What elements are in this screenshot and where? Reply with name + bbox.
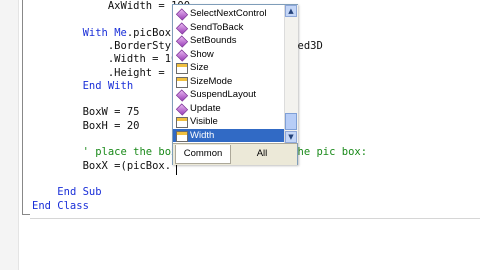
code-line[interactable]: With Me.picBox1: [32, 26, 178, 40]
member-list-item[interactable]: SendToBack: [173, 21, 284, 35]
code-keyword: End With: [82, 79, 134, 92]
code-line[interactable]: BoxX =(picBox.: [32, 159, 172, 173]
tab-common[interactable]: Common: [175, 145, 231, 164]
member-list-item-label: SizeMode: [190, 75, 233, 87]
member-list-item-label: Show: [190, 48, 214, 60]
code-keyword: End Class: [32, 199, 89, 212]
intellisense-popup[interactable]: SelectNextControl SendToBack SetBounds Show…: [172, 4, 298, 165]
member-list-scrollbar[interactable]: ▲ ▼: [284, 5, 298, 143]
member-list-item[interactable]: Width: [173, 128, 284, 142]
method-icon: [175, 89, 189, 102]
code-line[interactable]: .Height = 100: [32, 67, 190, 80]
member-list-item-label: SelectNextControl: [190, 8, 267, 19]
code-line[interactable]: End With: [32, 79, 134, 93]
member-list-item[interactable]: Visible: [173, 115, 284, 129]
method-icon: [175, 8, 189, 21]
method-icon: [175, 35, 189, 48]
code-text: BoxX =(picBox.: [82, 159, 172, 172]
tab-all[interactable]: All: [231, 145, 293, 163]
code-keyword: With: [82, 26, 115, 39]
code-editor[interactable]: AxWidth = 100 With Me.picBox1 .BorderSty…: [0, 0, 480, 270]
code-line[interactable]: End Class: [32, 200, 89, 213]
property-icon: [176, 117, 188, 128]
member-filter-tabs: Common All: [173, 143, 297, 165]
code-line[interactable]: AxWidth = 100: [32, 0, 190, 13]
code-line[interactable]: BoxH = 20: [32, 119, 140, 133]
member-list-item[interactable]: SetBounds: [173, 34, 284, 48]
method-icon: [175, 48, 189, 62]
method-icon: [175, 102, 189, 116]
scroll-thumb[interactable]: [285, 113, 297, 130]
code-text: BoxH = 20: [82, 119, 140, 132]
editor-divider: [30, 218, 480, 219]
member-list-item[interactable]: Show: [173, 48, 284, 62]
member-list-item[interactable]: Update: [173, 102, 284, 116]
code-line[interactable]: End Sub: [32, 186, 102, 199]
method-icon: [175, 21, 189, 35]
member-list-item-label: SuspendLayout: [190, 89, 257, 100]
member-list-item-label: Visible: [190, 116, 218, 127]
member-list[interactable]: SelectNextControl SendToBack SetBounds Show…: [173, 5, 284, 143]
scroll-up-button[interactable]: ▲: [285, 5, 297, 17]
code-line[interactable]: .Width = 100: [32, 53, 184, 66]
member-list-item[interactable]: SelectNextControl: [173, 7, 284, 21]
editor-margin: [0, 0, 19, 270]
member-list-item-label: Width: [190, 129, 215, 141]
property-icon: [176, 63, 188, 74]
outline-fold-line: [22, 0, 23, 215]
member-list-item[interactable]: Size: [173, 61, 284, 75]
scroll-down-button[interactable]: ▼: [285, 131, 297, 143]
code-line[interactable]: BoxW = 75: [32, 106, 140, 119]
property-icon: [176, 76, 188, 88]
member-list-item-label: Size: [190, 62, 209, 73]
code-keyword: Me: [114, 26, 127, 39]
property-icon: [176, 130, 188, 142]
member-list-item[interactable]: SuspendLayout: [173, 88, 284, 102]
code-text: .picBox1: [126, 26, 178, 39]
member-list-item[interactable]: SizeMode: [173, 75, 284, 89]
member-list-item-label: Update: [190, 102, 221, 114]
member-list-item-label: SendToBack: [190, 21, 244, 33]
code-text: BoxW = 75: [82, 106, 140, 119]
outline-fold-end: [22, 214, 30, 215]
code-keyword: End Sub: [57, 186, 102, 199]
member-list-item-label: SetBounds: [190, 35, 237, 46]
